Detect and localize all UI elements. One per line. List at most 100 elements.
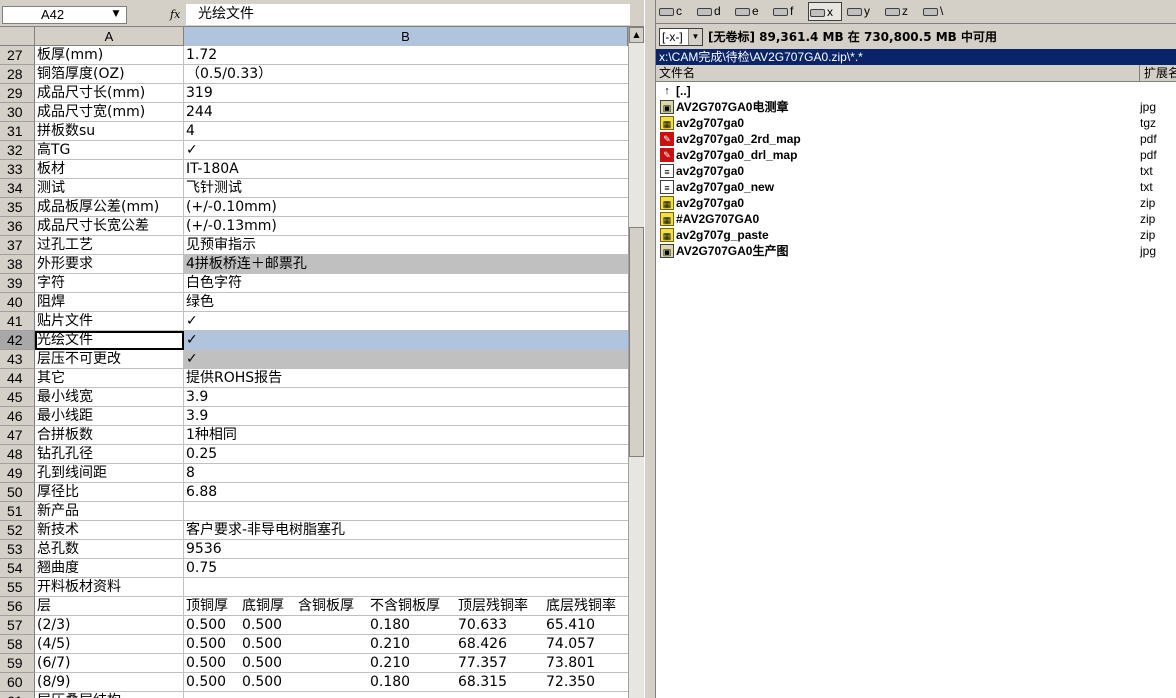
cell-b[interactable]: 319 xyxy=(184,84,628,103)
drive-select[interactable]: [-x-] ▼ xyxy=(659,28,703,46)
row-header[interactable]: 36 xyxy=(0,217,35,236)
row-header[interactable]: 48 xyxy=(0,445,35,464)
cell-a[interactable]: 拼板数su xyxy=(35,122,184,141)
cell-b[interactable]: 0.75 xyxy=(184,559,628,578)
cell-b[interactable]: (+/-0.10mm) xyxy=(184,198,628,217)
file-row[interactable]: ↑ [..] xyxy=(656,83,1176,99)
column-header-b[interactable]: B xyxy=(184,27,628,46)
cell-b[interactable]: ✓ xyxy=(184,331,628,350)
cell-a[interactable]: 层 xyxy=(35,597,184,616)
cell-a[interactable]: 最小线距 xyxy=(35,407,184,426)
row-header[interactable]: 53 xyxy=(0,540,35,559)
cell-a[interactable]: 阻焊 xyxy=(35,293,184,312)
row-header[interactable]: 50 xyxy=(0,483,35,502)
cell-a[interactable]: 总孔数 xyxy=(35,540,184,559)
row-header[interactable]: 34 xyxy=(0,179,35,198)
cell-a[interactable]: (4/5) xyxy=(35,635,184,654)
file-row[interactable]: ▦ av2g707ga0 tgz xyxy=(656,115,1176,131)
row-header[interactable]: 54 xyxy=(0,559,35,578)
cell-a[interactable]: 钻孔孔径 xyxy=(35,445,184,464)
file-row[interactable]: ▣ AV2G707GA0生产图 jpg xyxy=(656,243,1176,259)
cell-b[interactable]: （0.5/0.33） xyxy=(184,65,628,84)
drive-button[interactable]: d xyxy=(696,2,730,21)
row-header[interactable]: 49 xyxy=(0,464,35,483)
cell-b[interactable]: 8 xyxy=(184,464,628,483)
row-header[interactable]: 57 xyxy=(0,616,35,635)
cell-b[interactable]: 0.500 0.500 0.210 77.357 73.801 xyxy=(184,654,628,673)
file-row[interactable]: ▦ av2g707ga0 zip xyxy=(656,195,1176,211)
current-path[interactable]: x:\CAM完成\待检\AV2G707GA0.zip\*.* xyxy=(656,49,1176,65)
select-all-corner[interactable] xyxy=(0,27,35,46)
scroll-up-icon[interactable]: ▲ xyxy=(629,27,644,43)
cell-b[interactable]: 4拼板桥连＋邮票孔 xyxy=(184,255,628,274)
cell-b[interactable]: 0.500 0.500 0.210 68.426 74.057 xyxy=(184,635,628,654)
drive-button[interactable]: \ xyxy=(922,2,956,21)
cell-b[interactable]: 绿色 xyxy=(184,293,628,312)
column-header-name[interactable]: 文件名 xyxy=(656,65,1140,82)
cell-b[interactable]: 244 xyxy=(184,103,628,122)
cell-a[interactable]: 成品尺寸长(mm) xyxy=(35,84,184,103)
drive-button[interactable]: x xyxy=(808,2,842,21)
row-header[interactable]: 56 xyxy=(0,597,35,616)
row-header[interactable]: 38 xyxy=(0,255,35,274)
column-header-ext[interactable]: 扩展名 xyxy=(1141,65,1176,82)
cell-b[interactable]: IT-180A xyxy=(184,160,628,179)
file-row[interactable]: ✎ av2g707ga0_2rd_map pdf xyxy=(656,131,1176,147)
cell-a[interactable]: 板厚(mm) xyxy=(35,46,184,65)
cell-b[interactable] xyxy=(184,578,628,597)
formula-input[interactable]: 光绘文件 xyxy=(186,4,630,25)
row-header[interactable]: 39 xyxy=(0,274,35,293)
cell-a[interactable]: 厚径比 xyxy=(35,483,184,502)
cell-a[interactable]: 新技术 xyxy=(35,521,184,540)
row-header[interactable]: 35 xyxy=(0,198,35,217)
file-row[interactable]: ✎ av2g707ga0_drl_map pdf xyxy=(656,147,1176,163)
row-header[interactable]: 59 xyxy=(0,654,35,673)
cell-a[interactable]: 外形要求 xyxy=(35,255,184,274)
cell-b[interactable]: 提供ROHS报告 xyxy=(184,369,628,388)
row-header[interactable]: 30 xyxy=(0,103,35,122)
cell-b[interactable]: 0.500 0.500 0.180 70.633 65.410 xyxy=(184,616,628,635)
row-header[interactable]: 58 xyxy=(0,635,35,654)
cell-a[interactable]: 光绘文件 xyxy=(35,331,184,350)
cell-b[interactable]: 3.9 xyxy=(184,407,628,426)
row-header[interactable]: 31 xyxy=(0,122,35,141)
cell-b[interactable]: 飞针测试 xyxy=(184,179,628,198)
cell-b[interactable]: 见预审指示 xyxy=(184,236,628,255)
drive-button[interactable]: e xyxy=(734,2,768,21)
name-box[interactable]: A42 xyxy=(2,6,127,24)
cell-b[interactable] xyxy=(184,692,628,698)
cell-b[interactable]: 4 xyxy=(184,122,628,141)
scroll-thumb[interactable] xyxy=(629,227,644,457)
drive-button[interactable]: z xyxy=(884,2,918,21)
row-header[interactable]: 51 xyxy=(0,502,35,521)
drive-button[interactable]: y xyxy=(846,2,880,21)
file-row[interactable]: ≡ av2g707ga0 txt xyxy=(656,163,1176,179)
file-row[interactable]: ≡ av2g707ga0_new txt xyxy=(656,179,1176,195)
cell-b[interactable]: 白色字符 xyxy=(184,274,628,293)
cell-a[interactable]: 层压不可更改 xyxy=(35,350,184,369)
cell-b[interactable] xyxy=(184,502,628,521)
column-header-a[interactable]: A xyxy=(35,27,184,46)
cell-b[interactable]: 客户要求-非导电树脂塞孔 xyxy=(184,521,628,540)
row-header[interactable]: 41 xyxy=(0,312,35,331)
row-header[interactable]: 61 xyxy=(0,692,35,698)
cell-a[interactable]: 成品尺寸宽(mm) xyxy=(35,103,184,122)
pane-divider[interactable] xyxy=(644,0,656,698)
row-header[interactable]: 29 xyxy=(0,84,35,103)
row-header[interactable]: 27 xyxy=(0,46,35,65)
row-header[interactable]: 40 xyxy=(0,293,35,312)
cell-a[interactable]: 板材 xyxy=(35,160,184,179)
row-header[interactable]: 52 xyxy=(0,521,35,540)
cell-b[interactable]: 顶铜厚 底铜厚 含铜板厚 不含铜板厚 顶层残铜率 底层残铜率 xyxy=(184,597,628,616)
drive-button[interactable]: c xyxy=(658,2,692,21)
name-box-dropdown-icon[interactable]: ▼ xyxy=(110,7,122,21)
cell-a[interactable]: 成品板厚公差(mm) xyxy=(35,198,184,217)
cell-a[interactable]: 铜箔厚度(OZ) xyxy=(35,65,184,84)
drive-button[interactable]: f xyxy=(772,2,806,21)
row-header[interactable]: 44 xyxy=(0,369,35,388)
cell-a[interactable]: 开料板材资料 xyxy=(35,578,184,597)
file-row[interactable]: ▦ av2g707g_paste zip xyxy=(656,227,1176,243)
row-header[interactable]: 47 xyxy=(0,426,35,445)
row-header[interactable]: 43 xyxy=(0,350,35,369)
cell-a[interactable]: 合拼板数 xyxy=(35,426,184,445)
